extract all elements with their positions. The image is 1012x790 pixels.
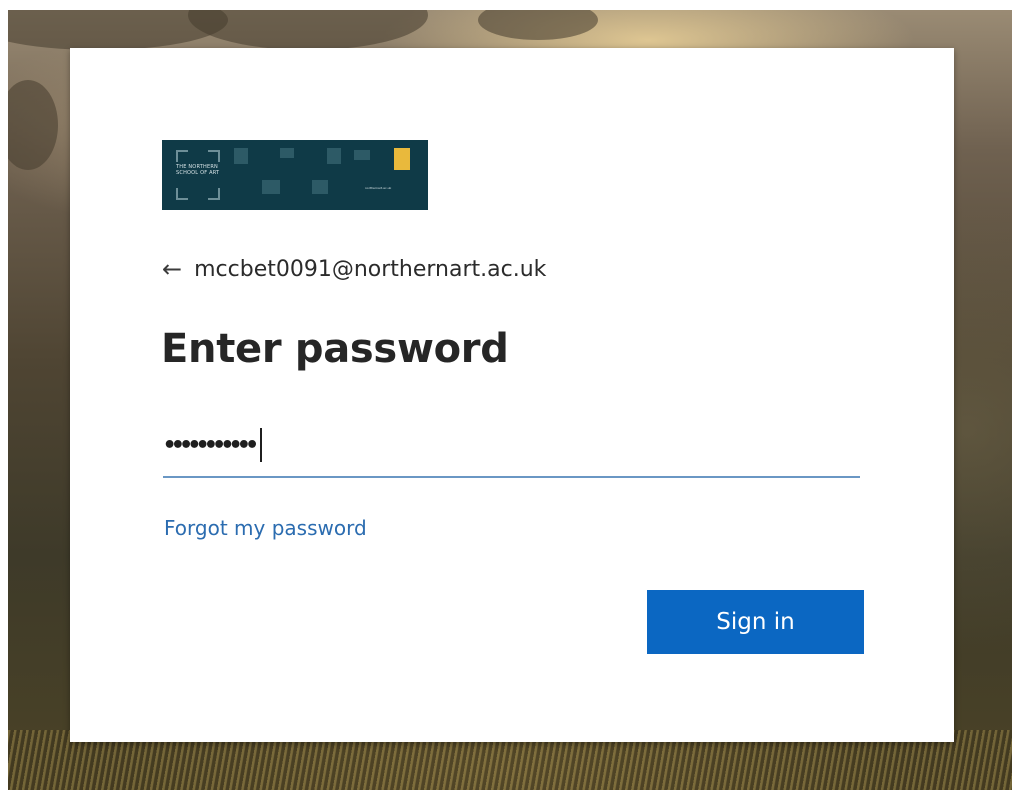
logo-shape <box>327 148 341 164</box>
logo-website: northernart.ac.uk <box>365 186 392 190</box>
logo-badge <box>394 148 410 170</box>
logo-shape <box>280 148 294 158</box>
page-title: Enter password <box>161 326 509 372</box>
logo-shape <box>262 180 280 194</box>
logo-corner-mark <box>176 150 188 162</box>
logo-school-name: THE NORTHERN SCHOOL OF ART <box>176 164 220 176</box>
back-to-account-button[interactable]: ← mccbet0091@northernart.ac.uk <box>162 252 546 286</box>
background-ridge <box>478 10 598 40</box>
logo-shape <box>234 148 248 164</box>
logo-corner-mark <box>208 188 220 200</box>
logo-corner-mark <box>208 150 220 162</box>
background-ridge <box>188 10 428 50</box>
password-input[interactable]: ••••••••••• <box>163 414 860 478</box>
logo-shape <box>312 180 328 194</box>
sign-in-button[interactable]: Sign in <box>647 590 864 654</box>
background-ridge <box>8 80 58 170</box>
text-caret <box>259 428 262 462</box>
logo-shape <box>354 150 370 160</box>
password-masked-value: ••••••••••• <box>163 432 259 458</box>
organization-logo: THE NORTHERN SCHOOL OF ART northernart.a… <box>162 140 428 210</box>
logo-corner-mark <box>176 188 188 200</box>
forgot-password-link[interactable]: Forgot my password <box>164 516 367 540</box>
account-email: mccbet0091@northernart.ac.uk <box>194 256 547 282</box>
back-arrow-icon[interactable]: ← <box>162 257 182 281</box>
sign-in-card: THE NORTHERN SCHOOL OF ART northernart.a… <box>70 48 954 742</box>
